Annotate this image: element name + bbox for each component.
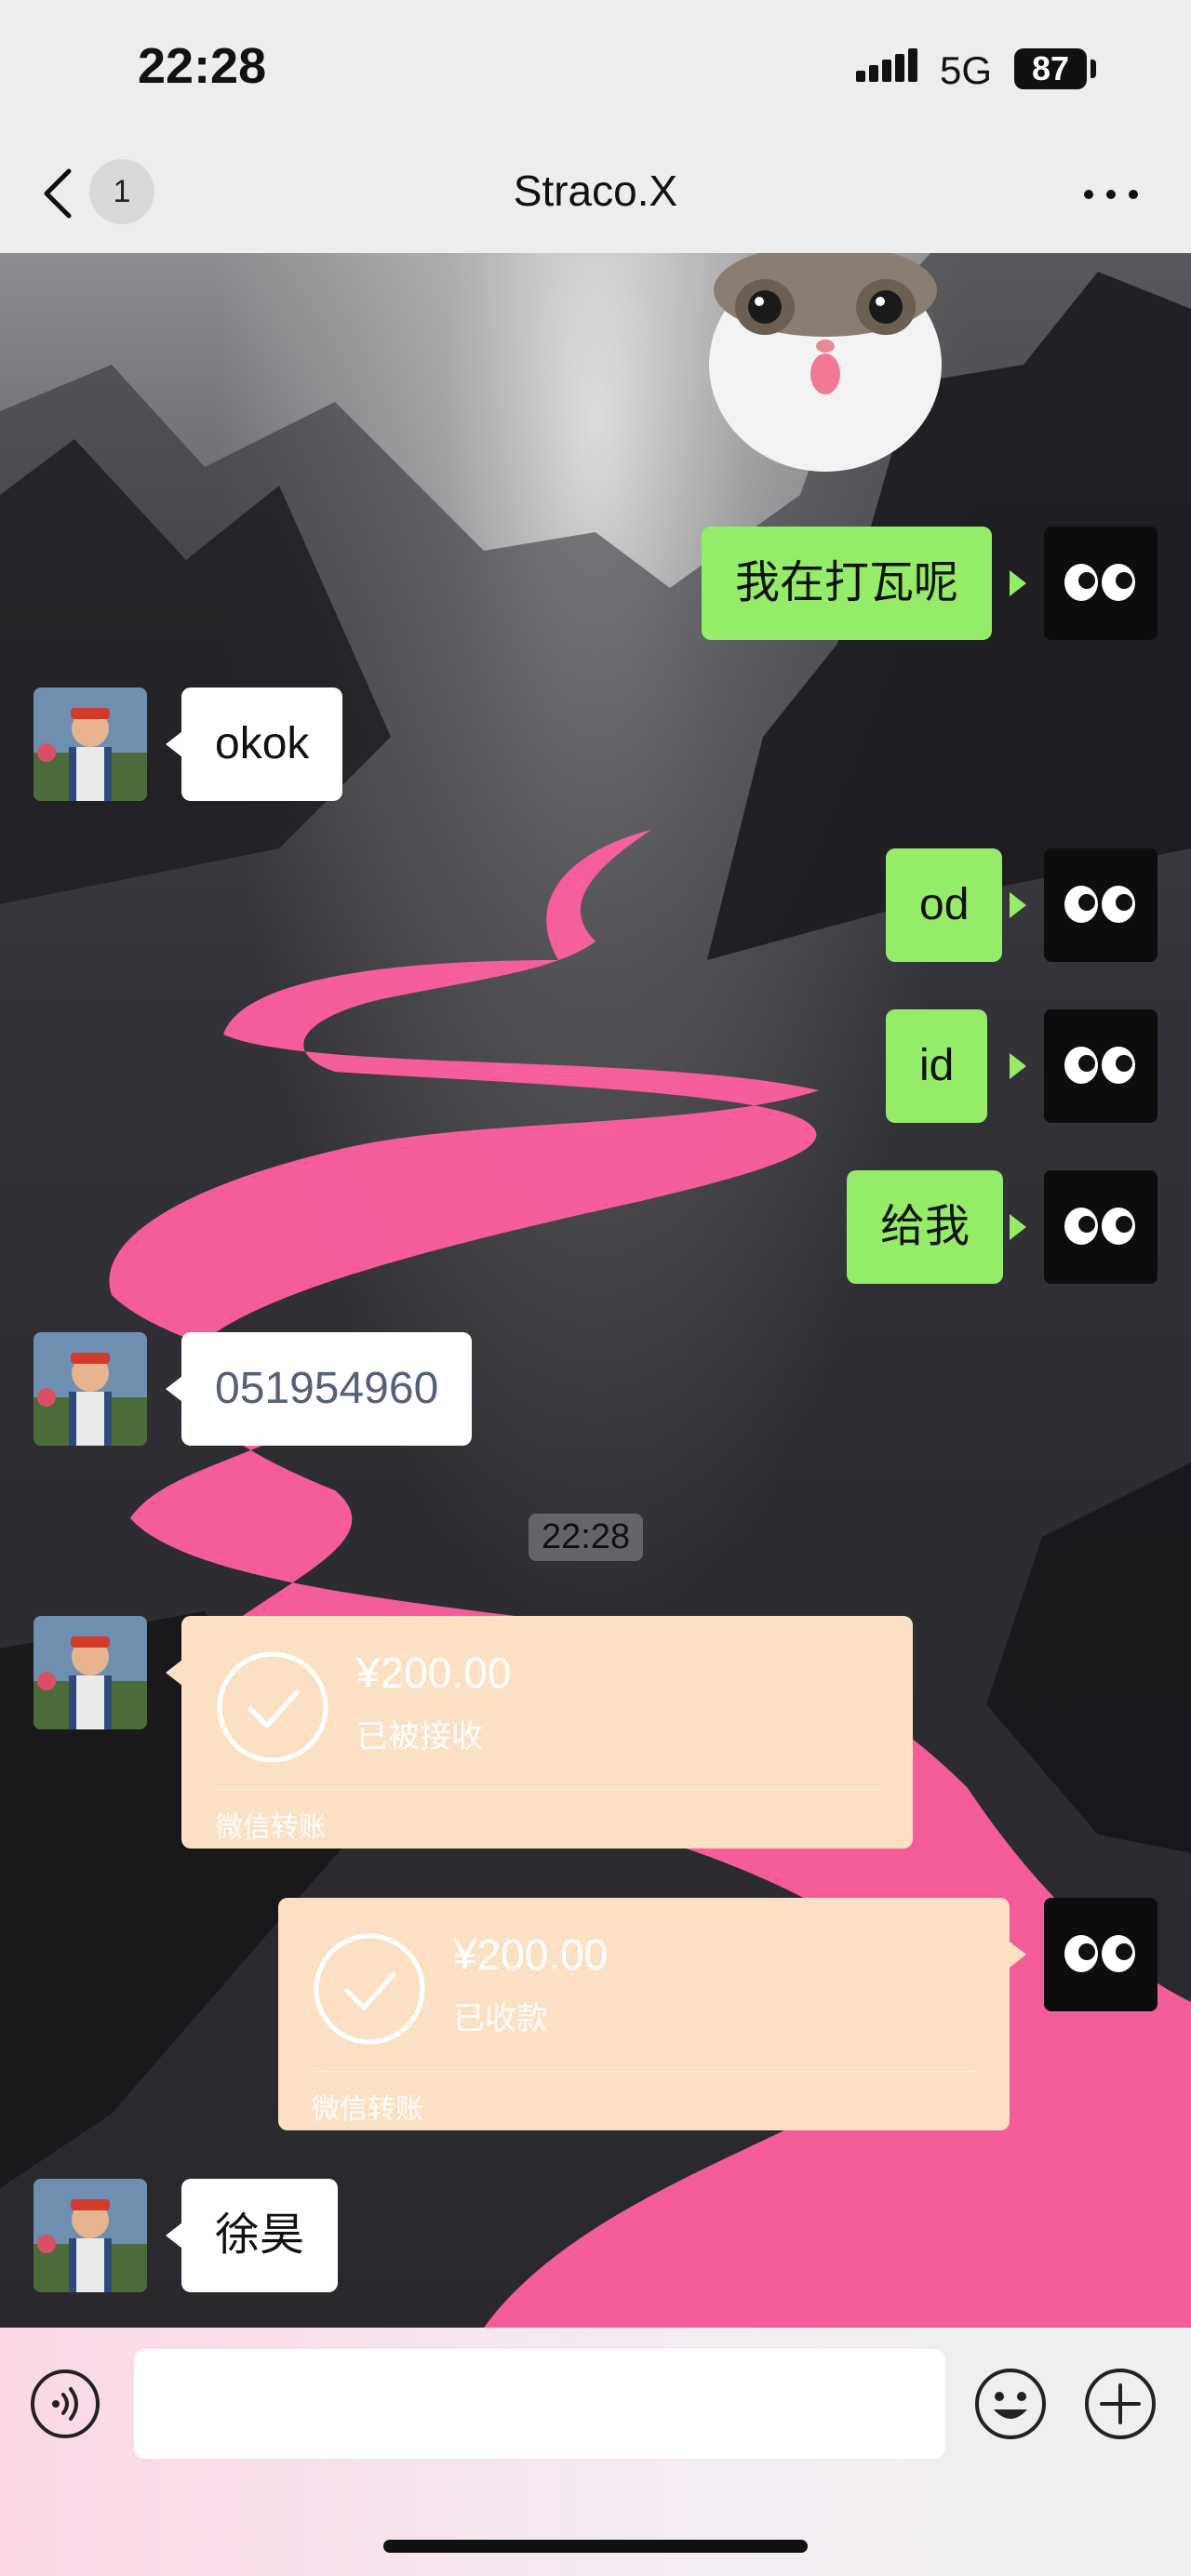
bubble-tail: [166, 2222, 182, 2249]
friend-avatar[interactable]: [33, 1332, 147, 1446]
status-time: 22:28: [138, 38, 267, 94]
friend-avatar[interactable]: [33, 687, 147, 801]
chat-area[interactable]: 我在打瓦呢 okok od id 给我 051954960 22:28 ¥200…: [0, 253, 1191, 2328]
check-circle-icon: [217, 1651, 328, 1763]
bubble-tail: [166, 731, 182, 757]
bubble-tail: [1010, 1942, 1026, 1968]
transfer-card-received[interactable]: ¥200.00 已被接收 微信转账: [181, 1616, 913, 1849]
message-bubble-outgoing[interactable]: od: [886, 848, 1003, 962]
message-bubble-outgoing[interactable]: 给我: [847, 1170, 1004, 1284]
bubble-tail: [1010, 892, 1026, 918]
bubble-tail: [1010, 1053, 1026, 1079]
transfer-amount: ¥200.00: [453, 1930, 609, 1979]
timestamp: 22:28: [529, 1514, 644, 1561]
friend-avatar[interactable]: [33, 2179, 147, 2292]
eyes-avatar[interactable]: [1044, 1170, 1158, 1284]
transfer-amount: ¥200.00: [356, 1648, 512, 1697]
eyes-avatar[interactable]: [1044, 848, 1158, 962]
transfer-status: 已被接收: [356, 1719, 483, 1755]
chat-title: Straco.X: [513, 167, 678, 215]
message-input[interactable]: [134, 2349, 945, 2459]
message-bubble-outgoing[interactable]: id: [886, 1009, 988, 1123]
bubble-tail: [1010, 1214, 1026, 1240]
message-bubble-incoming[interactable]: okok: [181, 687, 343, 801]
battery-tip: [1091, 60, 1096, 78]
home-indicator: [383, 2540, 808, 2553]
voice-icon[interactable]: [30, 2369, 100, 2439]
transfer-footer: 微信转账: [215, 1812, 327, 1843]
message-bubble-incoming[interactable]: 徐昊: [181, 2179, 339, 2292]
bubble-tail: [166, 1660, 182, 1686]
network-label: 5G: [940, 48, 993, 92]
divider: [312, 2071, 976, 2072]
bubble-tail: [166, 1376, 182, 1402]
transfer-card-collected[interactable]: ¥200.00 已收款 微信转账: [278, 1898, 1010, 2130]
message-bubble-outgoing[interactable]: 我在打瓦呢: [702, 527, 993, 640]
check-circle-icon: [314, 1933, 425, 2045]
friend-avatar[interactable]: [33, 1616, 147, 1729]
transfer-status: 已收款: [453, 2001, 548, 2036]
cat-sticker[interactable]: [700, 253, 951, 476]
plus-icon[interactable]: [1083, 2367, 1158, 2441]
signal-icon: [856, 48, 917, 82]
message-bubble-incoming[interactable]: 051954960: [181, 1332, 473, 1446]
emoji-icon[interactable]: [973, 2367, 1048, 2441]
eyes-avatar[interactable]: [1044, 1898, 1158, 2011]
bubble-tail: [1010, 570, 1026, 596]
more-dots-icon[interactable]: [1083, 189, 1139, 200]
transfer-footer: 微信转账: [312, 2094, 423, 2125]
battery-icon: 87: [1014, 48, 1087, 89]
eyes-avatar[interactable]: [1044, 1009, 1158, 1123]
eyes-avatar[interactable]: [1044, 527, 1158, 640]
divider: [215, 1789, 879, 1790]
